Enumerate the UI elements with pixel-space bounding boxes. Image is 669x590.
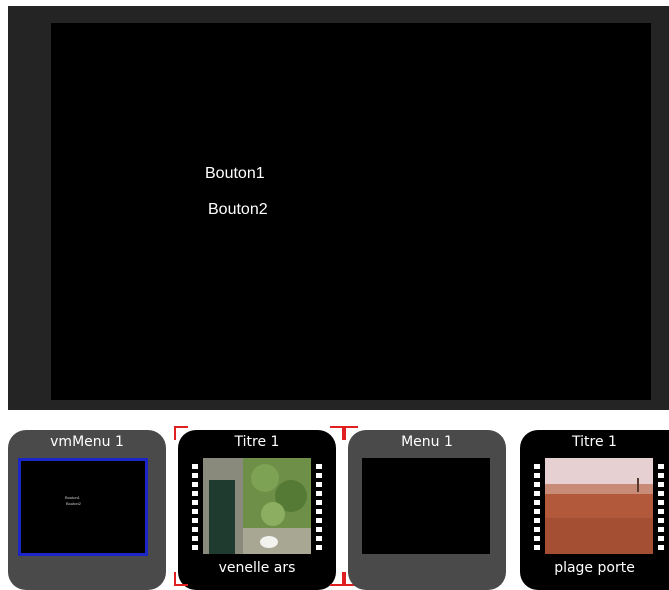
thumbnail-titre-1-plage[interactable]: Titre 1 plage porte: [520, 430, 669, 590]
thumbnail-strip: vmMenu 1 Bouton1 Bouton2 Titre 1 venelle…: [0, 416, 669, 590]
film-strip-icon: [658, 464, 664, 550]
menu-preview-screen[interactable]: Bouton1 Bouton2: [51, 23, 651, 400]
thumbnail-caption: plage porte: [554, 560, 635, 576]
thumbnail-label: Titre 1: [234, 434, 280, 450]
menu-button-bouton2[interactable]: Bouton2: [208, 201, 268, 219]
thumbnail-caption: venelle ars: [218, 560, 296, 576]
thumbnail-label: Titre 1: [572, 434, 617, 450]
menu-thumbnail-screen: Bouton1 Bouton2: [18, 458, 148, 556]
beach-photo: [545, 458, 653, 554]
mini-menu-button: Bouton2: [66, 501, 81, 506]
garden-gate-photo: [203, 458, 311, 554]
film-strip-icon: [192, 464, 198, 550]
mini-menu-button: Bouton1: [65, 495, 80, 500]
thumbnail-vmmenu-1[interactable]: vmMenu 1 Bouton1 Bouton2: [8, 430, 166, 590]
film-strip-icon: [534, 464, 540, 550]
film-strip-icon: [316, 464, 322, 550]
menu-preview-panel: Bouton1 Bouton2: [8, 6, 669, 410]
thumbnail-menu-1[interactable]: Menu 1: [348, 430, 506, 590]
thumbnail-label: Menu 1: [401, 434, 453, 450]
highlight-corner-marker: [330, 426, 344, 440]
menu-thumbnail-screen: [362, 458, 490, 554]
thumbnail-titre-1-venelle[interactable]: Titre 1 venelle ars: [178, 430, 336, 590]
thumbnail-label: vmMenu 1: [50, 434, 124, 450]
menu-button-bouton1[interactable]: Bouton1: [205, 165, 265, 183]
highlight-corner-marker: [174, 426, 188, 440]
